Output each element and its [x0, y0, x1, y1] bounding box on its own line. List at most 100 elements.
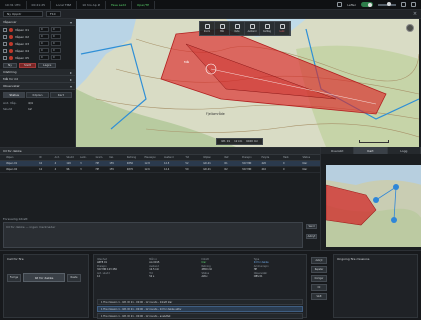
tool-label: Kartlag: [263, 30, 271, 33]
weapon-row[interactable]: Våpen 04 0 0: [0, 47, 75, 54]
tab-log[interactable]: Logg: [387, 147, 421, 154]
brightness-slider[interactable]: [378, 2, 396, 6]
mode-toggle[interactable]: [361, 2, 373, 7]
weapon-value[interactable]: 0: [39, 34, 49, 39]
column-header[interactable]: Retning: [125, 156, 143, 159]
column-header[interactable]: Skudd: [64, 156, 78, 159]
tab-fireplan[interactable]: Ildplan: [26, 92, 49, 98]
column-header[interactable]: Tid: [183, 156, 201, 159]
weapon-row[interactable]: Våpen 01 0 0: [0, 26, 75, 33]
kv-value: 12: [28, 107, 32, 111]
chevron-down-icon: ▾: [69, 83, 72, 89]
repeat-button[interactable]: Repeter: [311, 266, 327, 273]
target-button[interactable]: Mål: [215, 22, 230, 35]
call-main-button[interactable]: Ild for dekke: [23, 273, 65, 282]
route-button[interactable]: Rute: [230, 22, 245, 35]
message-item[interactable]: 1 Fire mission 1 - Ildt. ID 21 - 00:00 -…: [97, 313, 303, 319]
tab-status[interactable]: Status: [3, 92, 26, 98]
weapon-checkbox[interactable]: [3, 55, 7, 60]
window-icon[interactable]: [401, 2, 406, 7]
compass-icon[interactable]: [406, 24, 414, 32]
map-view[interactable]: Mål Fjellområde Zoom Mål Rute Avstand Ka…: [76, 19, 419, 147]
weapon-value[interactable]: 0: [39, 48, 49, 53]
section-target[interactable]: Mål for ild ▸: [0, 76, 75, 83]
fire-button[interactable]: Ild: [311, 284, 327, 291]
mission-id-field[interactable]: F10: [46, 11, 61, 17]
message-item[interactable]: 1 Fire mission 1 - Ildt. ID 21 - 00:00 -…: [97, 306, 303, 312]
abort-button[interactable]: Avbryt: [311, 257, 327, 264]
weapon-checkbox[interactable]: [3, 48, 7, 53]
remarks-textarea[interactable]: Ild for dekke — ingen merknader: [3, 222, 303, 248]
zoom-button[interactable]: Zoom: [200, 22, 215, 35]
section-firing-position[interactable]: Ildstilling ▸: [0, 69, 75, 76]
end-button[interactable]: Slutt: [311, 293, 327, 300]
column-header[interactable]: Våpen: [4, 156, 37, 159]
tab-overview[interactable]: Oversikt: [321, 147, 355, 154]
weapon-value[interactable]: 0: [51, 55, 61, 60]
status-timer: 00:21:25: [27, 0, 52, 9]
column-header[interactable]: Status: [300, 156, 320, 159]
column-header[interactable]: ID: [37, 156, 53, 159]
weapon-value[interactable]: 0: [51, 48, 61, 53]
weapon-checkbox[interactable]: [3, 34, 7, 39]
weapon-checkbox[interactable]: [3, 27, 7, 32]
weapon-value[interactable]: 0: [39, 27, 49, 32]
new-button[interactable]: Ny: [3, 62, 18, 68]
section-label: Mål for ild: [3, 77, 18, 81]
status-hours: 10 hrs Ap #: [77, 0, 107, 9]
section-observer[interactable]: Observatør ▾: [0, 83, 75, 90]
cancel-button[interactable]: Avbryt: [306, 234, 317, 239]
weapon-row[interactable]: Våpen 05 0 0: [0, 54, 75, 61]
column-header[interactable]: Ladn.: [78, 156, 94, 159]
weapons-header[interactable]: Våpenrør ▾: [0, 19, 75, 26]
left-panel: Våpenrør ▾ Våpen 01 0 0 Våpen 02 0 0 Våpen 03 0…: [0, 19, 76, 147]
info-value: Ild for dekke: [253, 261, 269, 264]
section-label: Observatør: [3, 84, 20, 88]
column-header[interactable]: Kal.: [107, 156, 125, 159]
kv-rounds: Skudd 12: [0, 106, 75, 112]
map-close-button[interactable]: Lukk: [275, 22, 290, 35]
weapon-name: Våpen 03: [15, 41, 30, 46]
column-header[interactable]: Høyde: [260, 156, 281, 159]
send-button[interactable]: Send: [306, 224, 317, 229]
correct-button[interactable]: Korriger: [311, 275, 327, 282]
info-value: Klar: [201, 261, 207, 264]
tab-map[interactable]: Kart: [49, 92, 72, 98]
table-row[interactable]: Våpen 02 12 4 96 3 HE 155 4870 12.6 12.4 50 ILD-01 R…: [0, 167, 320, 173]
weapon-value[interactable]: 0: [39, 55, 49, 60]
prev-button[interactable]: Forrige: [7, 273, 21, 282]
weapon-value[interactable]: 0: [51, 27, 61, 32]
column-header[interactable]: Avstand: [162, 156, 183, 159]
kv-label: Skudd: [3, 107, 13, 111]
power-icon[interactable]: [411, 2, 416, 7]
info-field: Status Aktiv: [202, 272, 251, 278]
column-header[interactable]: Elevasjon: [142, 156, 162, 159]
column-header[interactable]: Ref.: [222, 156, 240, 159]
info-field: Observatør OBS 01: [254, 272, 303, 278]
column-header[interactable]: Hast.: [281, 156, 301, 159]
message-item[interactable]: 1 Fire mission 1 - Ildt. ID 21 - 00:00 -…: [97, 299, 303, 305]
distance-button[interactable]: Avstand: [245, 22, 260, 35]
column-header[interactable]: Gram.: [94, 156, 108, 159]
settings-icon[interactable]: [337, 2, 343, 7]
mission-select[interactable]: Ny Oppdr: [3, 11, 43, 17]
close-icon[interactable]: ×: [412, 11, 418, 17]
weapon-value[interactable]: 0: [51, 41, 61, 46]
column-header[interactable]: Posisjon: [240, 156, 260, 159]
delete-button[interactable]: Slett: [19, 62, 36, 68]
weapon-row[interactable]: Våpen 03 0 0: [0, 40, 75, 47]
topographic-map[interactable]: Mål Fjellområde: [76, 19, 419, 147]
next-button[interactable]: Neste: [67, 273, 81, 282]
weapon-value[interactable]: 0: [51, 34, 61, 39]
weapon-checkbox[interactable]: [3, 41, 7, 46]
minimap[interactable]: [326, 165, 421, 247]
column-header[interactable]: Ildplan: [201, 156, 222, 159]
save-button[interactable]: Lagre: [37, 62, 57, 68]
tab-minimap[interactable]: Kart: [354, 147, 388, 154]
layers-button[interactable]: Kartlag: [260, 22, 275, 35]
weapon-status-dot: [9, 34, 13, 39]
table-cell: HE: [95, 168, 99, 171]
column-header[interactable]: Ant.: [53, 156, 65, 159]
weapon-value[interactable]: 0: [39, 41, 49, 46]
weapon-row[interactable]: Våpen 02 0 0: [0, 33, 75, 40]
